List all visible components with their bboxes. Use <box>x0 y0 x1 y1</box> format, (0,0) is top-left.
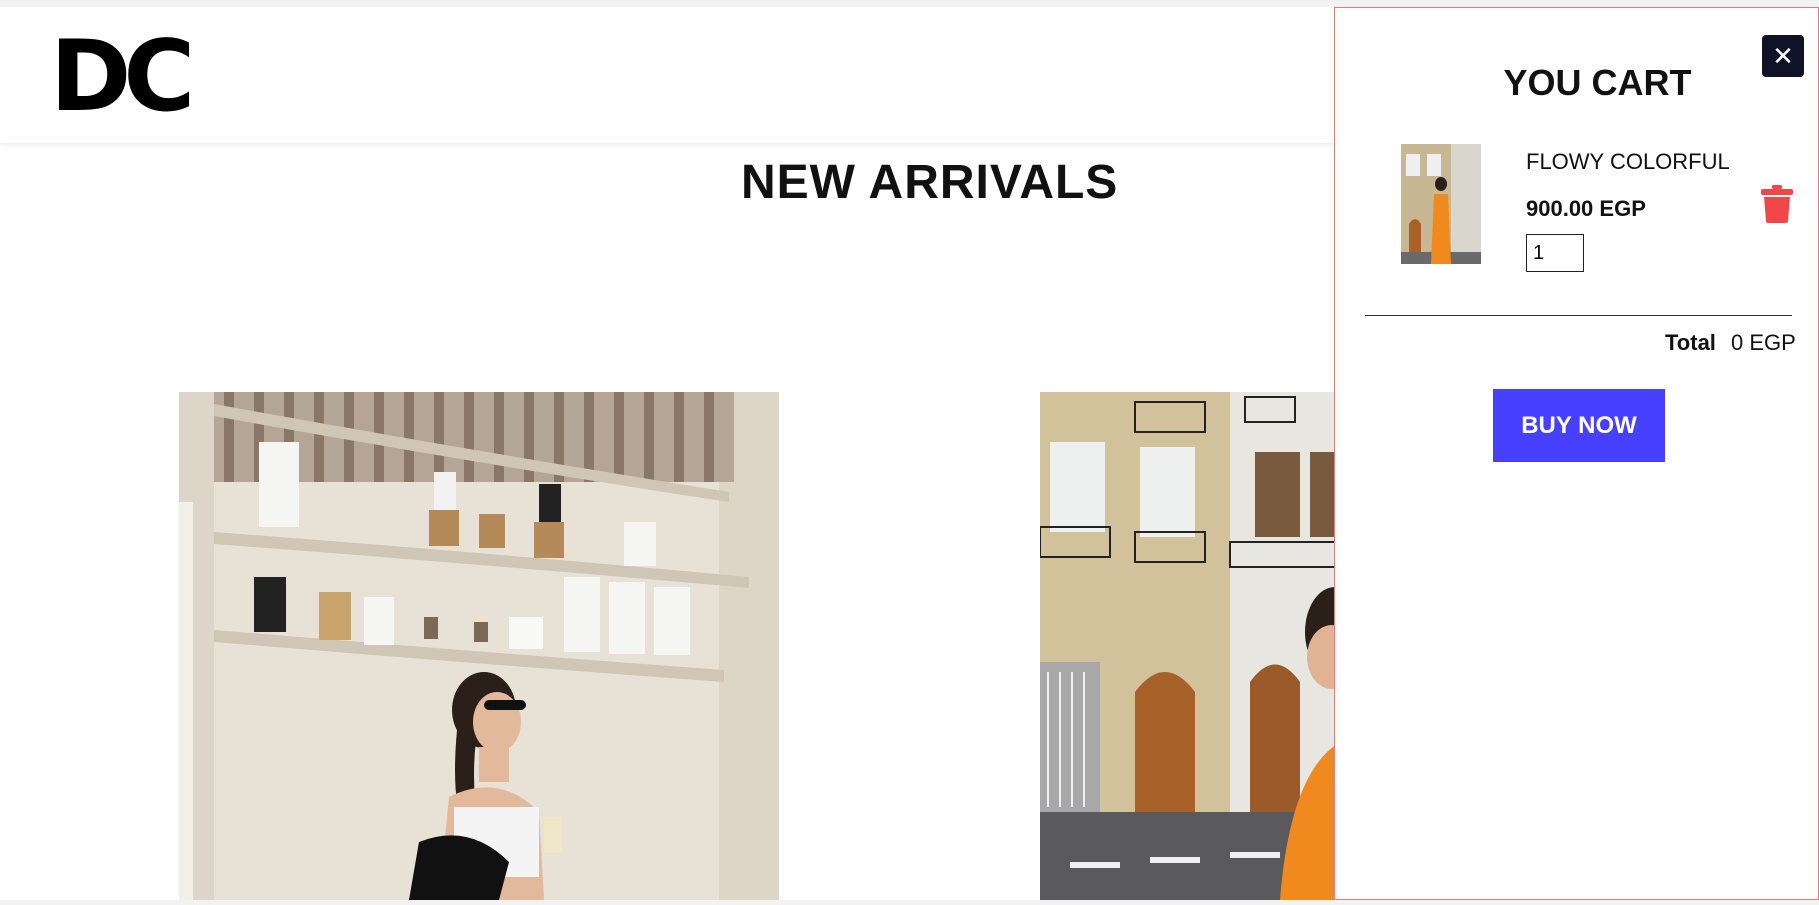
cart-title: YOU CART <box>1503 62 1692 103</box>
remove-item-button[interactable] <box>1761 185 1793 223</box>
product-image-2[interactable] <box>1040 392 1340 900</box>
total-value: 0 EGP <box>1731 330 1796 355</box>
trash-icon <box>1761 185 1793 223</box>
cart-item-name: FLOWY COLORFUL <box>1526 149 1730 174</box>
product-photo-1 <box>179 392 779 900</box>
quantity-input[interactable] <box>1526 234 1584 272</box>
cart-divider <box>1365 315 1792 316</box>
product-image-1[interactable] <box>179 392 779 900</box>
section-title-text: NEW ARRIVALS <box>741 156 1119 209</box>
buy-now-button[interactable]: BUY NOW <box>1493 389 1665 462</box>
dc-logo[interactable]: DC <box>50 28 200 126</box>
cart-item-price: 900.00 EGP <box>1526 196 1646 221</box>
product-photo-2 <box>1040 392 1340 900</box>
total-label: Total <box>1665 330 1716 355</box>
cart-item-photo <box>1401 144 1481 264</box>
cart-panel: ✕ YOU CART FLOWY COLORFUL 900.00 EGP Tot… <box>1334 7 1819 900</box>
cart-item-thumbnail[interactable] <box>1401 144 1481 264</box>
